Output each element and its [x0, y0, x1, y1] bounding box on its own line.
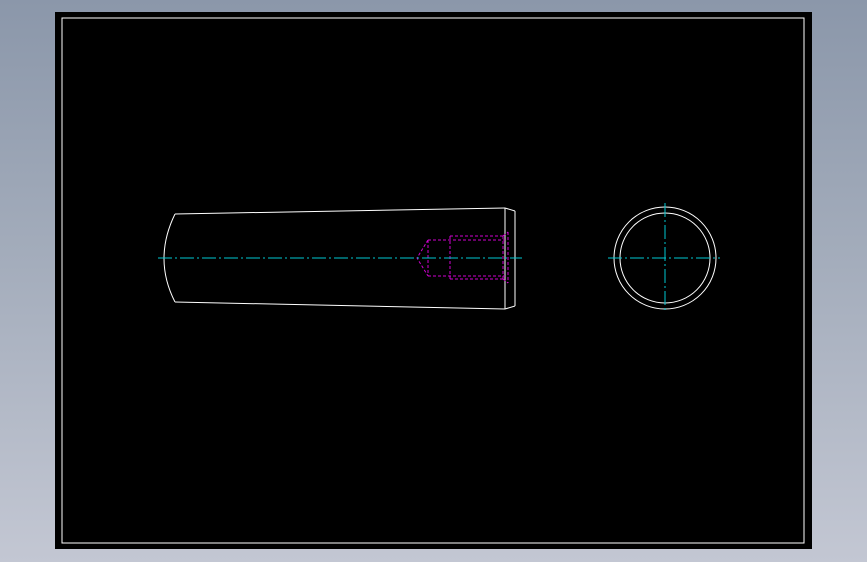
pin-chamfer-bottom [504, 305, 516, 310]
end-view [608, 203, 720, 313]
cad-drawing [61, 17, 805, 544]
side-view [158, 207, 522, 310]
drawing-sheet [55, 12, 812, 549]
drawing-border-frame [61, 17, 805, 544]
pin-top-edge [174, 207, 506, 215]
pin-bottom-edge [174, 301, 506, 310]
pin-chamfer-top [504, 207, 516, 212]
